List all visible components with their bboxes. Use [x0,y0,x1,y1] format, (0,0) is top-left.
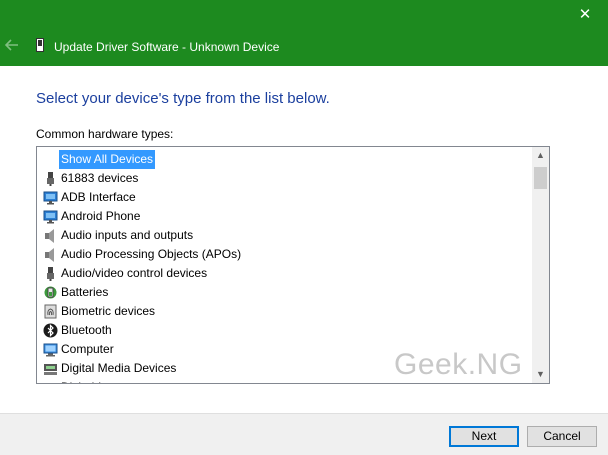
list-item-label: ADB Interface [61,190,136,204]
scrollbar-thumb[interactable] [534,167,547,189]
list-item-label: Digital Media Devices [61,361,177,375]
list-item-label: Audio/video control devices [61,266,208,280]
computer-icon [43,343,58,357]
list-item[interactable]: Audio/video control devices [37,264,533,283]
usb-plug-icon [47,267,54,281]
back-arrow-icon[interactable] [4,37,20,53]
list-item[interactable]: ADB Interface [37,188,533,207]
list-item-label: Computer [61,342,114,356]
list-item-label: Audio inputs and outputs [61,228,194,242]
monitor-network-icon [43,210,58,224]
list-item-label: Biometric devices [61,304,156,318]
list-item-label: Bluetooth [61,323,112,337]
dialog-footer: Next Cancel [0,413,608,455]
window-title: Update Driver Software - Unknown Device [54,40,280,54]
speaker-icon [45,248,54,262]
close-icon[interactable]: ✕ [576,6,594,24]
list-item[interactable]: Show All Devices [37,150,533,169]
list-item[interactable]: Biometric devices [37,302,533,321]
media-device-icon [44,364,57,375]
bluetooth-icon [43,323,58,338]
list-item-label: Audio Processing Objects (APOs) [61,247,242,261]
list-item-label: Show All Devices [59,150,156,169]
watermark: Geek.NG [394,348,523,381]
list-item[interactable]: Audio inputs and outputs [37,226,533,245]
list-item-label: 61883 devices [61,171,139,185]
speaker-icon [45,229,54,243]
scroll-down-icon[interactable]: ▼ [532,366,549,383]
scroll-up-icon[interactable]: ▲ [532,147,549,164]
vertical-scrollbar[interactable]: ▲ ▼ [532,147,549,383]
next-button[interactable]: Next [449,426,519,447]
hardware-types-label: Common hardware types: [36,127,174,141]
list-item-label: Disk drives [59,378,122,383]
list-item[interactable]: Audio Processing Objects (APOs) [37,245,533,264]
list-item[interactable]: Batteries [37,283,533,302]
list-item[interactable]: Android Phone [37,207,533,226]
monitor-network-icon [43,191,58,205]
cancel-button[interactable]: Cancel [527,426,597,447]
list-item-label: Batteries [61,285,109,299]
list-item[interactable]: Bluetooth [37,321,533,340]
battery-icon [44,286,57,299]
usb-device-icon [36,38,44,52]
list-item-label: Android Phone [61,209,141,223]
usb-plug-icon [47,172,54,186]
page-heading: Select your device's type from the list … [36,90,330,107]
list-item[interactable]: 61883 devices [37,169,533,188]
fingerprint-icon [44,304,57,319]
disk-icon [43,380,58,384]
title-bar: ✕ Update Driver Software - Unknown Devic… [0,0,608,66]
